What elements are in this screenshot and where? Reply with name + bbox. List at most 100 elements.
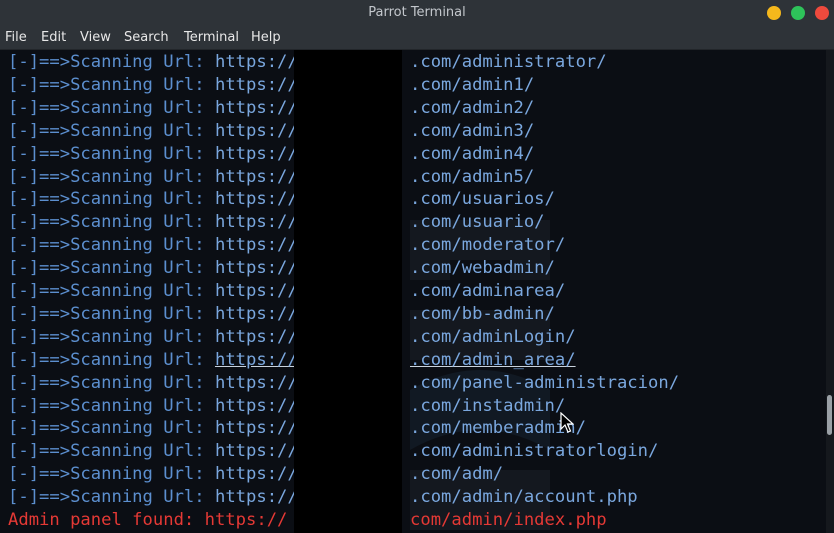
menu-file[interactable]: File bbox=[5, 26, 27, 49]
scan-scheme: https:// bbox=[214, 326, 298, 347]
scan-prefix: [-]==>Scanning Url: bbox=[8, 281, 215, 301]
scan-prefix: [-]==>Scanning Url: bbox=[8, 464, 215, 485]
menu-view[interactable]: View bbox=[80, 26, 111, 49]
scan-line: [-]==>Scanning Url: https:// .com/moderat… bbox=[8, 234, 565, 257]
scan-url-path: .com/usuarios/ bbox=[410, 189, 555, 210]
menu-bar: File Edit View Search Terminal Help bbox=[0, 26, 834, 50]
scan-line: [-]==>Scanning Url: https:// .com/admin3/ bbox=[8, 120, 534, 143]
scan-prefix: [-]==>Scanning Url: bbox=[8, 303, 215, 324]
scan-line: [-]==>Scanning Url: https:// .com/admin1/ bbox=[8, 74, 534, 97]
scan-scheme: https:// bbox=[214, 281, 298, 301]
scan-line: [-]==>Scanning Url: https:// .com/bb-admi… bbox=[8, 303, 555, 326]
scan-prefix: [-]==>Scanning Url: bbox=[8, 326, 215, 347]
scan-url-path: .com/instadmin/ bbox=[410, 395, 566, 416]
window-title: Parrot Terminal bbox=[368, 5, 466, 20]
scan-url-path: .com/panel-administracion/ bbox=[410, 372, 680, 393]
scan-line: [-]==>Scanning Url: https://.com/membera… bbox=[8, 417, 586, 440]
scan-scheme: https:// bbox=[214, 235, 298, 256]
scan-scheme: https:// bbox=[214, 441, 298, 462]
found-url-path: com/admin/index.php bbox=[410, 510, 607, 530]
scan-url-path: .com/admin3/ bbox=[410, 120, 535, 141]
scan-scheme: https:// bbox=[214, 166, 298, 187]
scan-scheme: https:// bbox=[214, 189, 298, 210]
scan-scheme: https:// bbox=[214, 464, 298, 485]
scan-prefix: [-]==>Scanning Url: bbox=[8, 418, 215, 439]
scan-line: [-]==>Scanning Url: https:// .com/adminis… bbox=[8, 440, 658, 463]
scan-url-path: .com/admin/account.php bbox=[410, 487, 638, 508]
title-bar: Parrot Terminal bbox=[0, 0, 834, 26]
scan-url-path: .com/admin4/ bbox=[410, 143, 535, 164]
scan-prefix: [-]==>Scanning Url: bbox=[8, 97, 215, 118]
scrollbar-thumb[interactable] bbox=[827, 395, 832, 435]
scan-scheme: https:// bbox=[214, 372, 298, 393]
scan-url-path: .com/admin_area/ bbox=[410, 349, 576, 370]
redaction-bar bbox=[294, 50, 402, 533]
scan-line: [-]==>Scanning Url: https:// .com/adminar… bbox=[8, 280, 565, 303]
scan-prefix: [-]==>Scanning Url: bbox=[8, 258, 215, 279]
scan-scheme: https:// bbox=[214, 120, 298, 141]
scan-prefix: [-]==>Scanning Url: bbox=[8, 372, 215, 393]
scan-line: [-]==>Scanning Url: https:// .com/adminis… bbox=[8, 51, 607, 74]
mouse-pointer-icon bbox=[560, 412, 574, 433]
found-line: Admin panel found: https:// com/admin/ind… bbox=[8, 509, 607, 532]
scan-url-path: .com/webadmin/ bbox=[410, 258, 555, 279]
scan-line: [-]==>Scanning Url: https:// .com/webadmi… bbox=[8, 257, 555, 280]
scan-scheme: https:// bbox=[214, 303, 298, 324]
scan-line: [-]==>Scanning Url: https:// .com/instadm… bbox=[8, 395, 565, 418]
scan-scheme: https:// bbox=[214, 52, 298, 72]
scan-scheme: https:// bbox=[214, 143, 298, 164]
maximize-button[interactable] bbox=[791, 6, 805, 20]
scan-prefix: [-]==>Scanning Url: bbox=[8, 349, 215, 370]
scan-prefix: [-]==>Scanning Url: bbox=[8, 212, 215, 233]
scan-prefix: [-]==>Scanning Url: bbox=[8, 189, 215, 210]
found-prefix: Admin panel found: bbox=[8, 510, 205, 530]
scan-url-path: .com/admin2/ bbox=[410, 97, 535, 118]
scan-prefix: [-]==>Scanning Url: bbox=[8, 235, 215, 256]
scan-scheme: https:// bbox=[214, 74, 298, 95]
scan-url-path: .com/administrator/ bbox=[410, 52, 607, 72]
scan-url-path: .com/adm/ bbox=[410, 464, 504, 485]
scan-url-path: .com/moderator/ bbox=[410, 235, 566, 256]
menu-edit[interactable]: Edit bbox=[41, 26, 66, 49]
scan-url-path: .com/adminLogin/ bbox=[410, 326, 576, 347]
scan-prefix: [-]==>Scanning Url: bbox=[8, 52, 215, 72]
scan-url-path: .com/administratorlogin/ bbox=[410, 441, 659, 462]
scan-line: [-]==>Scanning Url: https:// .com/admin2/ bbox=[8, 97, 534, 120]
scan-line: [-]==>Scanning Url: https:// .com/panel-a… bbox=[8, 372, 679, 395]
scan-prefix: [-]==>Scanning Url: bbox=[8, 166, 215, 187]
menu-search[interactable]: Search bbox=[124, 26, 169, 49]
scan-url-path: .com/adminarea/ bbox=[410, 281, 566, 301]
scan-scheme: https:// bbox=[214, 212, 298, 233]
scan-prefix: [-]==>Scanning Url: bbox=[8, 74, 215, 95]
scan-line: [-]==>Scanning Url: https:// .com/admin4/ bbox=[8, 143, 534, 166]
scan-prefix: [-]==>Scanning Url: bbox=[8, 395, 215, 416]
scan-scheme: https:// bbox=[214, 97, 298, 118]
minimize-button[interactable] bbox=[767, 6, 781, 20]
scan-line: [-]==>Scanning Url: https:// .com/adminLo… bbox=[8, 326, 576, 349]
scan-scheme: https:// bbox=[214, 258, 298, 279]
scan-prefix: [-]==>Scanning Url: bbox=[8, 120, 215, 141]
scan-line: [-]==>Scanning Url: https:// .com/admin/a… bbox=[8, 486, 638, 509]
scan-prefix: [-]==>Scanning Url: bbox=[8, 487, 215, 508]
found-scheme: https:// bbox=[204, 510, 288, 530]
scan-scheme: https:// bbox=[214, 349, 298, 370]
scan-url-path: .com/admin1/ bbox=[410, 74, 535, 95]
scan-url-path: .com/usuario/ bbox=[410, 212, 545, 233]
scan-line: [-]==>Scanning Url: https:// .com/admin5/ bbox=[8, 166, 534, 189]
scan-scheme: https:// bbox=[214, 395, 298, 416]
terminal-output[interactable]: [-]==>Scanning Url: https:// .com/adminis… bbox=[0, 50, 834, 533]
scan-scheme: https:// bbox=[214, 418, 298, 439]
scan-line: [-]==>Scanning Url: https:// .com/adm/ bbox=[8, 463, 503, 486]
menu-help[interactable]: Help bbox=[251, 26, 281, 49]
scan-url-path: .com/admin5/ bbox=[410, 166, 535, 187]
scan-line: [-]==>Scanning Url: https:// .com/usuario… bbox=[8, 188, 555, 211]
menu-terminal[interactable]: Terminal bbox=[184, 26, 239, 49]
scan-line: [-]==>Scanning Url: https:// .com/usuario… bbox=[8, 211, 545, 234]
scan-scheme: https:// bbox=[214, 487, 298, 508]
scan-prefix: [-]==>Scanning Url: bbox=[8, 143, 215, 164]
scan-url-path: .com/bb-admin/ bbox=[410, 303, 555, 324]
scan-prefix: [-]==>Scanning Url: bbox=[8, 441, 215, 462]
scrollbar[interactable] bbox=[826, 50, 834, 533]
close-button[interactable] bbox=[815, 6, 829, 20]
scan-line: [-]==>Scanning Url: https:// .com/admin_a… bbox=[8, 349, 576, 372]
